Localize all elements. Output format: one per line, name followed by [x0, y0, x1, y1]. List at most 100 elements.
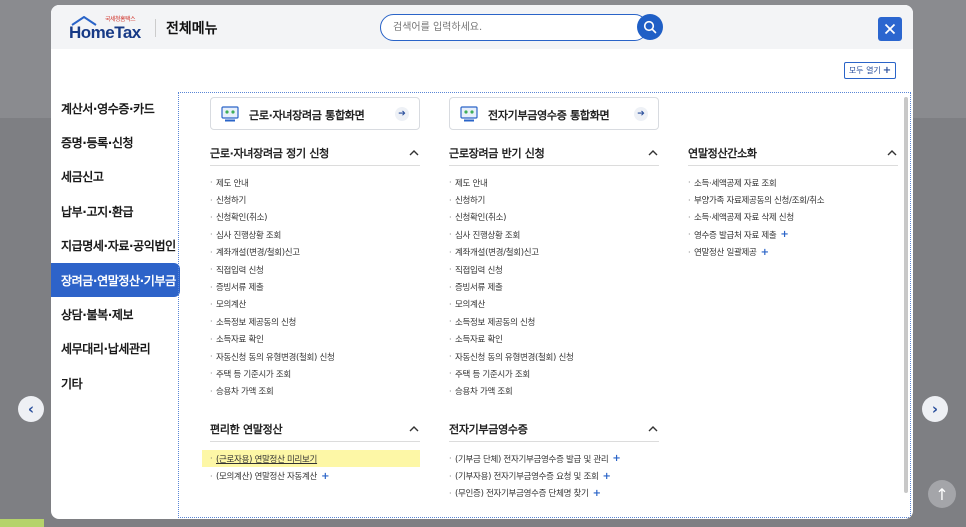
section-header[interactable]: 근로·자녀장려금 정기 신청: [210, 140, 420, 166]
search-button[interactable]: [637, 14, 663, 40]
sidebar-item-certificate-registration[interactable]: 증명·등록·신청: [51, 125, 179, 159]
category-sidebar: 계산서·영수증·카드 증명·등록·신청 세금신고 납부·고지·환급 지급명세·자…: [51, 91, 180, 401]
expand-plus-icon[interactable]: +: [602, 471, 610, 482]
menu-link[interactable]: · 소득·세액공제 자료 삭제 신청: [688, 209, 898, 226]
expand-plus-icon[interactable]: +: [780, 229, 788, 240]
menu-link[interactable]: · 증빙서류 제출: [449, 278, 659, 295]
menu-link[interactable]: · 모의계산: [210, 296, 420, 313]
quick-link-donation-dashboard[interactable]: 전자기부금영수증 통합화면 ➔: [449, 97, 659, 130]
sidebar-item-label: 세무대리·납세관리: [61, 342, 151, 357]
menu-link[interactable]: · (기부자용) 전자기부금영수증 요청 및 조회 +: [449, 467, 659, 484]
menu-link[interactable]: · 신청하기: [449, 191, 659, 208]
sidebar-item-payment-notice-refund[interactable]: 납부·고지·환급: [51, 194, 179, 228]
menu-link[interactable]: · (모의계산) 연말정산 자동계산 +: [210, 467, 420, 484]
menu-link-label: 소득정보 제공동의 신청: [455, 317, 536, 328]
menu-link-label: 제도 안내: [216, 178, 249, 189]
menu-link-label: 직접입력 신청: [216, 265, 264, 276]
menu-link[interactable]: · 승용차 가액 조회: [449, 383, 659, 400]
menu-link[interactable]: · 제도 안내: [449, 174, 659, 191]
section-links: · (기부금 단체) 전자기부금영수증 발급 및 관리 + · (기부자용) 전자기부…: [449, 450, 659, 502]
menu-link-label: 신청확인(취소): [455, 213, 507, 224]
sidebar-item-consult-appeal-report[interactable]: 상담·불복·제보: [51, 297, 179, 331]
hometax-logo[interactable]: 국세청홈택스 HomeTax: [67, 13, 145, 43]
menu-link[interactable]: · 직접입력 신청: [449, 261, 659, 278]
close-button[interactable]: [878, 17, 902, 41]
section-links: · 제도 안내 · 신청하기 · 신청확인(취소) · 심사 진행상황 조회 · 계좌개설…: [449, 174, 659, 400]
menu-link[interactable]: · 계좌개설(변경/철회)신고: [210, 244, 420, 261]
menu-link[interactable]: · 자동신청 동의 유형변경(철회) 신청: [210, 348, 420, 365]
menu-link[interactable]: · 연말정산 일괄제공 +: [688, 244, 898, 261]
menu-link[interactable]: · 신청확인(취소): [449, 209, 659, 226]
menu-link[interactable]: · 신청하기: [210, 191, 420, 208]
sidebar-item-etc[interactable]: 기타: [51, 366, 179, 400]
section-title: 근로장려금 반기 신청: [449, 146, 545, 160]
section-header[interactable]: 근로장려금 반기 신청: [449, 140, 659, 166]
scroll-top-button[interactable]: ↑: [928, 480, 956, 508]
menu-link-label: 증빙서류 제출: [216, 283, 264, 294]
menu-link-highlighted[interactable]: · (근로자용) 연말정산 미리보기: [202, 450, 420, 468]
menu-link-label: 소득·세액공제 자료 조회: [694, 178, 777, 189]
expand-plus-icon[interactable]: +: [761, 247, 769, 258]
menu-link-label: 제도 안내: [455, 178, 488, 189]
sidebar-item-payment-statement[interactable]: 지급명세·자료·공익법인: [51, 229, 179, 263]
menu-link[interactable]: · 소득자료 확인: [449, 331, 659, 348]
sidebar-item-invoice-receipt-card[interactable]: 계산서·영수증·카드: [51, 91, 179, 125]
menu-link[interactable]: · 주택 등 기준시가 조회: [449, 365, 659, 382]
search-box: [380, 14, 648, 41]
menu-link[interactable]: · 소득정보 제공동의 신청: [210, 313, 420, 330]
menu-link[interactable]: · 소득정보 제공동의 신청: [449, 313, 659, 330]
sidebar-item-tax-agent[interactable]: 세무대리·납세관리: [51, 332, 179, 366]
menu-link-label: 승용차 가액 조회: [455, 387, 513, 398]
monitor-people-icon: [460, 106, 478, 122]
menu-link-label: 심사 진행상황 조회: [455, 230, 520, 241]
menu-link-label: 자동신청 동의 유형변경(철회) 신청: [216, 352, 335, 363]
arrow-right-icon: ➔: [395, 107, 409, 121]
menu-link[interactable]: · 승용차 가액 조회: [210, 383, 420, 400]
menu-link[interactable]: · 신청확인(취소): [210, 209, 420, 226]
menu-link[interactable]: · 증빙서류 제출: [210, 278, 420, 295]
menu-link-label: 주택 등 기준시가 조회: [216, 369, 291, 380]
menu-link-label: 신청하기: [216, 196, 247, 207]
open-all-button[interactable]: 모두 열기 +: [844, 62, 896, 79]
sidebar-item-label: 납부·고지·환급: [61, 204, 134, 219]
background-next-button[interactable]: ›: [922, 396, 948, 422]
menu-link[interactable]: · 계좌개설(변경/철회)신고: [449, 244, 659, 261]
sidebar-item-tax-filing[interactable]: 세금신고: [51, 160, 179, 194]
logo-subtitle: 국세청홈택스: [105, 16, 136, 23]
menu-link[interactable]: · 모의계산: [449, 296, 659, 313]
menu-link[interactable]: · 주택 등 기준시가 조회: [210, 365, 420, 382]
sidebar-item-incentive-yearend-donation[interactable]: 장려금·연말정산·기부금: [51, 262, 180, 298]
menu-link[interactable]: · 영수증 발급처 자료 제출 +: [688, 226, 898, 243]
menu-link[interactable]: · 소득·세액공제 자료 조회: [688, 174, 898, 191]
quick-link-incentive-dashboard[interactable]: 근로·자녀장려금 통합화면 ➔: [210, 97, 420, 130]
menu-link[interactable]: · 소득자료 확인: [210, 331, 420, 348]
monitor-people-icon: [221, 106, 239, 122]
chevron-up-icon: [887, 149, 897, 155]
section-header[interactable]: 연말정산간소화: [688, 140, 898, 166]
plus-icon: +: [882, 65, 892, 76]
menu-link[interactable]: · 심사 진행상황 조회: [449, 226, 659, 243]
background-badge: [0, 519, 44, 527]
expand-plus-icon[interactable]: +: [612, 453, 620, 464]
section-header[interactable]: 편리한 연말정산: [210, 416, 420, 442]
menu-link[interactable]: · 직접입력 신청: [210, 261, 420, 278]
quick-link-label: 전자기부금영수증 통합화면: [488, 109, 610, 122]
expand-plus-icon[interactable]: +: [593, 488, 601, 499]
sidebar-item-label: 계산서·영수증·카드: [61, 101, 155, 116]
section-header[interactable]: 전자기부금영수증: [449, 416, 659, 442]
menu-link-label: 직접입력 신청: [455, 265, 503, 276]
menu-link-label: (근로자용) 연말정산 미리보기: [216, 454, 318, 465]
search-input[interactable]: [393, 19, 623, 36]
content-scrollbar[interactable]: [904, 97, 908, 493]
menu-link[interactable]: · (무인증) 전자기부금영수증 단체명 찾기 +: [449, 485, 659, 502]
menu-link[interactable]: · 심사 진행상황 조회: [210, 226, 420, 243]
background-prev-button[interactable]: ‹: [18, 396, 44, 422]
menu-link-label: 부양가족 자료제공동의 신청/조회/취소: [694, 196, 825, 207]
close-icon: [884, 23, 896, 35]
menu-link[interactable]: · 제도 안내: [210, 174, 420, 191]
menu-link[interactable]: · 부양가족 자료제공동의 신청/조회/취소: [688, 191, 898, 208]
menu-link-label: 소득자료 확인: [216, 335, 264, 346]
menu-link[interactable]: · (기부금 단체) 전자기부금영수증 발급 및 관리 +: [449, 450, 659, 467]
menu-link[interactable]: · 자동신청 동의 유형변경(철회) 신청: [449, 348, 659, 365]
expand-plus-icon[interactable]: +: [321, 471, 329, 482]
